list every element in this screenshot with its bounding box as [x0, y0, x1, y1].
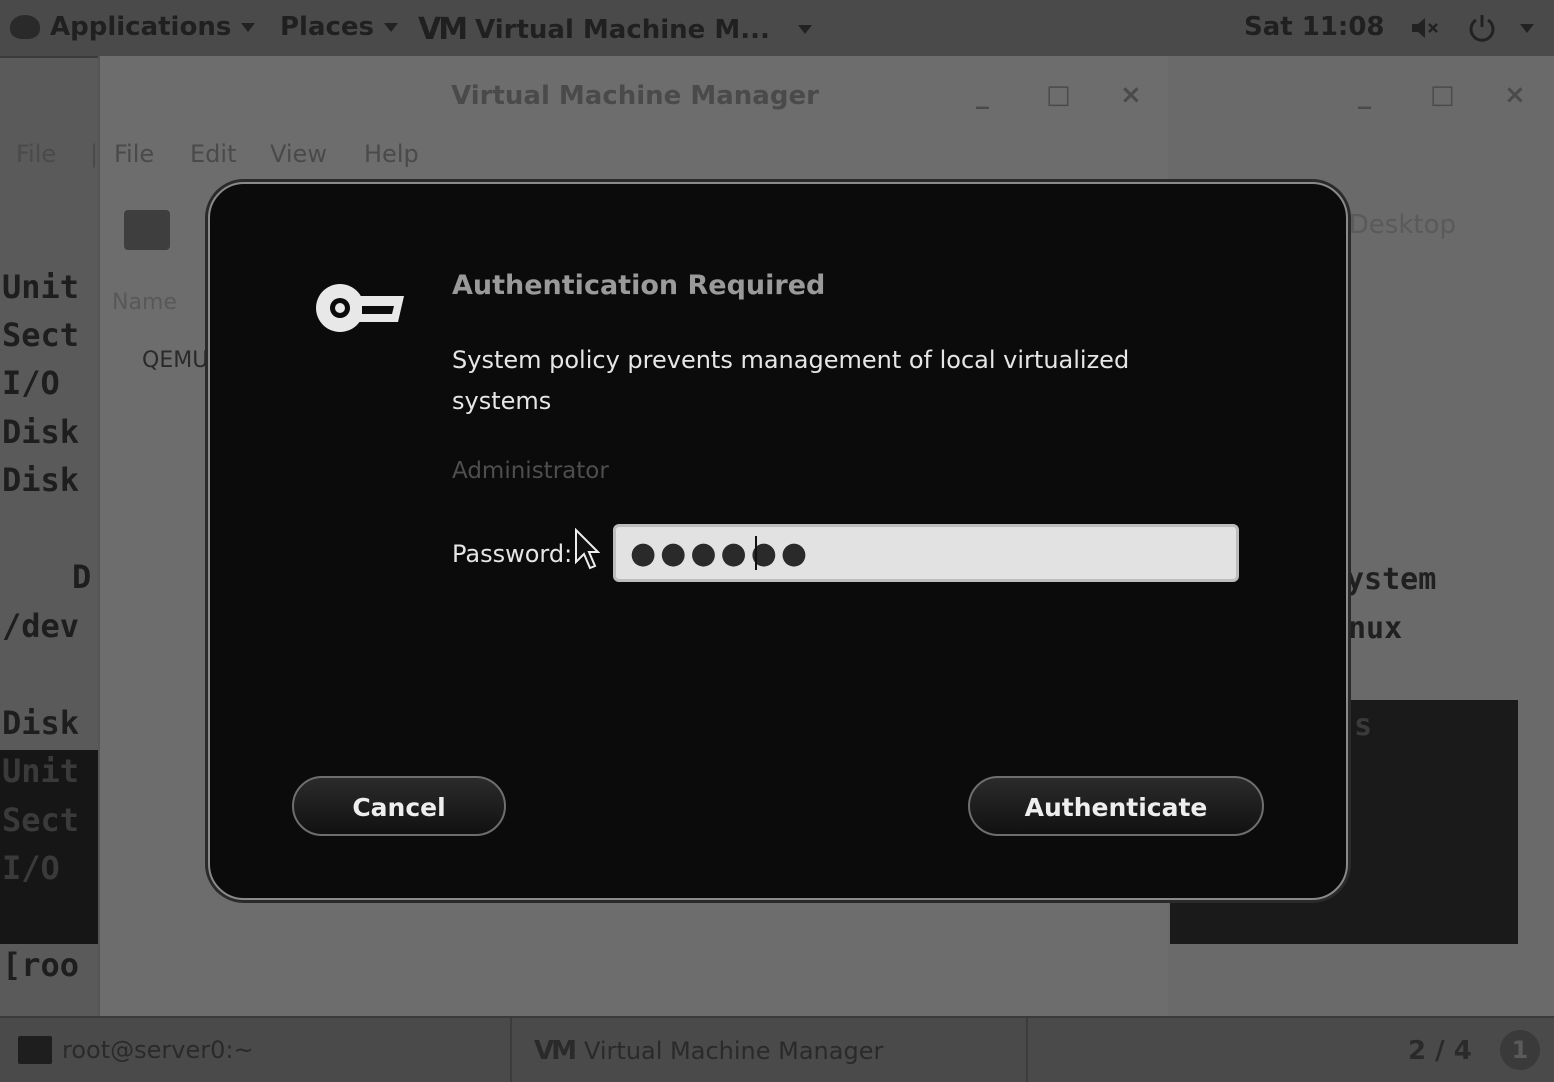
task-divider: [1026, 1018, 1028, 1082]
terminal-icon: [18, 1036, 52, 1064]
terminal-line: Sect: [2, 316, 80, 354]
maximize-button[interactable]: □: [1430, 80, 1455, 110]
task-vmm-label: Virtual Machine Manager: [584, 1037, 884, 1065]
column-header-name[interactable]: Name: [112, 290, 177, 315]
path-label: /Desktop: [1340, 210, 1456, 240]
user-identity: Administrator: [452, 458, 609, 484]
terminal-line: Disk: [2, 461, 80, 499]
system-menu-arrow-icon[interactable]: [1520, 24, 1534, 33]
menu-separator: |: [90, 140, 99, 168]
gnome-foot-icon: [10, 15, 40, 39]
dialog-message: System policy prevents management of loc…: [452, 346, 1130, 415]
menu-file[interactable]: File: [114, 140, 154, 168]
terminal-line: Disk: [2, 704, 80, 742]
dropdown-arrow-icon: [797, 25, 812, 34]
right-terminal-line: s: [1354, 708, 1373, 743]
vmm-app-icon: VM: [418, 12, 468, 47]
task-vmm[interactable]: VM Virtual Machine Manager: [534, 1036, 883, 1066]
dialog-title: Authentication Required: [452, 270, 826, 301]
clock[interactable]: Sat 11:08: [1244, 12, 1385, 42]
dropdown-arrow-icon: [384, 22, 399, 32]
auth-dialog: Authentication Required System policy pr…: [208, 182, 1348, 900]
notification-icon[interactable]: 1: [1500, 1030, 1540, 1070]
applications-menu[interactable]: Applications: [10, 12, 256, 42]
mouse-cursor-icon: [575, 528, 600, 570]
volume-muted-icon[interactable]: [1410, 16, 1438, 40]
task-terminal[interactable]: root@server0:~: [18, 1036, 254, 1064]
top-panel: Applications Places VM Virtual Machine M…: [0, 0, 1554, 58]
applications-label: Applications: [50, 12, 232, 42]
menu-help[interactable]: Help: [364, 140, 419, 168]
task-terminal-label: root@server0:~: [62, 1036, 254, 1064]
power-icon[interactable]: [1466, 12, 1498, 44]
workspace-indicator[interactable]: 2 / 4: [1408, 1036, 1472, 1066]
terminal-line: I/O: [2, 364, 60, 402]
maximize-button[interactable]: □: [1046, 80, 1071, 110]
terminal-line: Unit: [2, 268, 80, 306]
minimize-button[interactable]: _: [1358, 80, 1371, 110]
bottom-taskbar: root@server0:~ VM Virtual Machine Manage…: [0, 1016, 1554, 1082]
active-window-menu[interactable]: VM Virtual Machine M...: [418, 12, 812, 47]
places-menu[interactable]: Places: [280, 12, 399, 42]
places-label: Places: [280, 12, 375, 42]
terminal-line: Sect: [2, 801, 80, 839]
terminal-line: I/O: [2, 849, 60, 887]
key-icon: [316, 284, 404, 332]
menu-file-terminal[interactable]: File: [16, 140, 56, 168]
text-caret: [755, 536, 757, 570]
terminal-prompt: [roo: [2, 946, 80, 984]
terminal-line: D: [72, 558, 92, 596]
menu-edit[interactable]: Edit: [190, 140, 236, 168]
dropdown-arrow-icon: [241, 22, 256, 32]
authenticate-button[interactable]: Authenticate: [968, 776, 1264, 836]
minimize-button[interactable]: _: [976, 80, 989, 110]
vmm-app-icon: VM: [534, 1036, 577, 1066]
active-window-label: Virtual Machine M...: [475, 14, 770, 45]
menu-view[interactable]: View: [270, 140, 327, 168]
right-terminal-line: nux: [1348, 611, 1403, 646]
terminal-line: /dev: [2, 607, 80, 645]
vmm-window-title: Virtual Machine Manager: [451, 81, 819, 111]
cancel-button[interactable]: Cancel: [292, 776, 506, 836]
password-label: Password:: [452, 540, 573, 568]
terminal-line: Disk: [2, 413, 80, 451]
close-button[interactable]: ×: [1120, 80, 1142, 110]
password-field[interactable]: [613, 524, 1239, 582]
terminal-line: Unit: [2, 752, 80, 790]
new-vm-icon[interactable]: [124, 210, 170, 250]
task-divider: [510, 1018, 512, 1082]
connection-row[interactable]: QEMU: [142, 348, 208, 373]
close-button[interactable]: ×: [1504, 80, 1526, 110]
right-terminal-line: ystem: [1346, 562, 1437, 597]
